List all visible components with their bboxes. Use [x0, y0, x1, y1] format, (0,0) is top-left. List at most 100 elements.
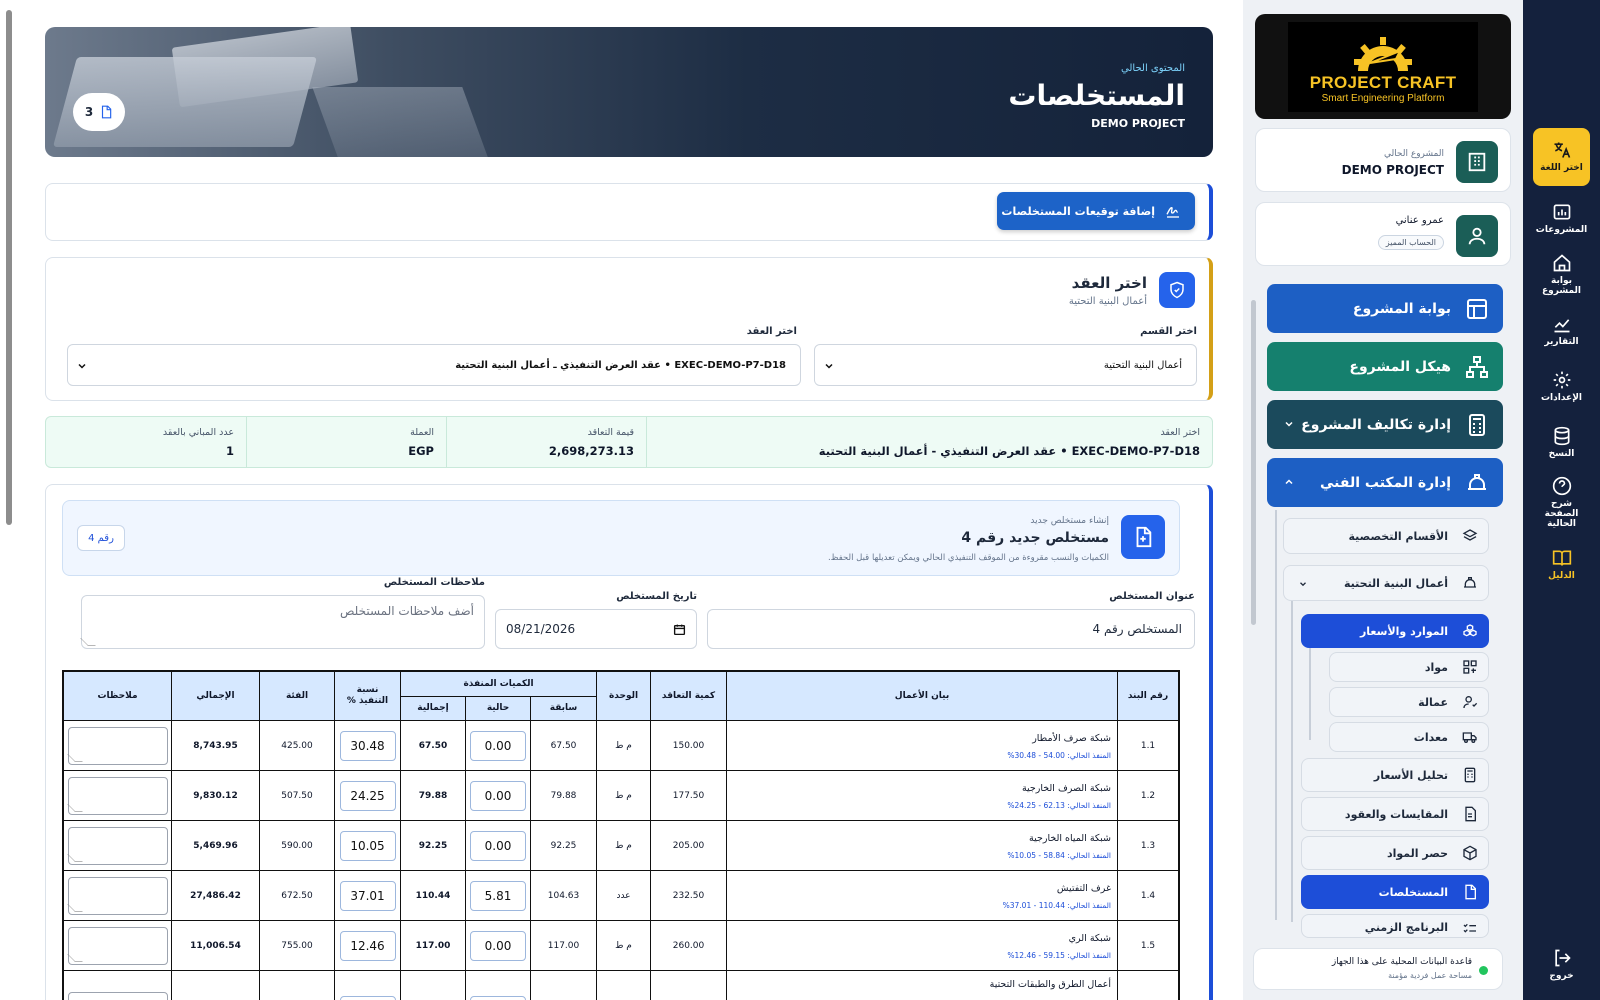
nav-equipment[interactable]: معدات [1329, 722, 1489, 752]
rail-backup[interactable]: النسخ [1533, 414, 1590, 472]
total-qty-cell: 79.88 [401, 771, 466, 821]
nav-specialized-sections[interactable]: الأقسام التخصصية [1283, 518, 1489, 554]
th-percent: نسبة التنفيذ % [335, 672, 401, 721]
division-select[interactable]: أعمال البنية التحتية [814, 344, 1197, 386]
nav-price-analysis[interactable]: تحليل الأسعار [1301, 758, 1489, 792]
executed-summary: المنفذ الحالي: 62.13 - 24.25% [1007, 801, 1111, 810]
nav-infrastructure[interactable]: أعمال البنية التحتية [1283, 565, 1489, 601]
rail-logout[interactable]: خروج [1533, 936, 1590, 994]
chevron-down-icon [1300, 582, 1306, 587]
rate-cell [260, 971, 335, 1000]
percent-input[interactable] [339, 995, 396, 1000]
percent-input[interactable]: 24.25 [339, 780, 396, 811]
calculator-icon [1464, 767, 1476, 783]
nav-project-structure-label: هيكل المشروع [1349, 358, 1451, 375]
nav-materials[interactable]: مواد [1329, 652, 1489, 682]
building-icon [1468, 152, 1486, 172]
status-dot [1479, 966, 1488, 975]
current-qty-cell: 0.00 [466, 821, 531, 871]
info-currency-value: EGP [408, 444, 434, 458]
nav-labor[interactable]: عمالة [1329, 687, 1489, 717]
invoice-notes-textarea[interactable]: أضف ملاحظات المستخلص [80, 595, 485, 649]
file-plus-icon [1136, 526, 1152, 548]
list-checks-icon [1463, 923, 1476, 933]
row-notes-input[interactable] [66, 826, 168, 865]
resize-handle[interactable] [66, 953, 83, 962]
rail-reports[interactable]: التقارير [1533, 302, 1590, 360]
rail-language[interactable]: اختر اللغة [1533, 128, 1590, 186]
th-total-qty: إجمالية [401, 697, 466, 721]
nav-material-takeoff[interactable]: حصر المواد [1301, 836, 1489, 870]
percent-input[interactable]: 12.46 [339, 930, 396, 961]
calendar-icon[interactable] [673, 623, 686, 636]
nav-invoices[interactable]: المستخلصات [1301, 875, 1489, 909]
nav-cost-management[interactable]: إدارة تكاليف المشروع [1267, 400, 1503, 449]
page-hero: 3 المحتوى الحالي المستخلصات DEMO PROJECT [45, 27, 1213, 157]
resize-handle[interactable] [66, 803, 83, 812]
percent-input[interactable]: 37.01 [339, 880, 396, 911]
row-notes-input[interactable] [66, 876, 168, 915]
invoice-date-input[interactable]: 08/21/2026 [495, 609, 697, 649]
contract-select[interactable]: EXEC-DEMO-P7-D18 • عقد العرض التنفيذي ـ … [67, 344, 801, 386]
calculator-icon [1469, 413, 1485, 436]
db-status-subtitle: مساحة عمل فردية مؤمنة [1388, 971, 1472, 980]
nav-equipment-label: معدات [1413, 730, 1448, 744]
rate-cell: 755.00 [260, 921, 335, 971]
current-qty-input[interactable]: 0.00 [470, 730, 526, 761]
sidebar-scrollbar-thumb[interactable] [1251, 300, 1256, 625]
nav-contracts[interactable]: المقايسات والعقود [1301, 797, 1489, 831]
resize-handle[interactable] [66, 903, 83, 912]
rail-project-portal[interactable]: بوابة المشروع [1533, 246, 1590, 304]
current-qty-input[interactable]: 5.81 [470, 880, 526, 911]
work-description: شبكة صرف الأمطار [1032, 733, 1111, 744]
nav-schedule[interactable]: البرنامج الزمني [1301, 914, 1489, 938]
row-notes-input[interactable] [66, 776, 168, 815]
resize-handle[interactable] [66, 853, 83, 862]
percent-input[interactable]: 30.48 [339, 730, 396, 761]
resize-handle[interactable] [66, 753, 83, 762]
row-notes-input[interactable] [66, 926, 168, 965]
user-card[interactable]: عمرو عناني الحساب المميز [1255, 202, 1511, 266]
division-select-value: أعمال البنية التحتية [1103, 359, 1182, 371]
current-qty-input[interactable]: 0.00 [470, 830, 526, 861]
rail-projects[interactable]: المشروعات [1533, 190, 1590, 248]
row-notes-input[interactable] [67, 991, 168, 1000]
current-qty-input[interactable] [470, 995, 526, 1000]
rail-settings[interactable]: الإعدادات [1533, 358, 1590, 416]
nav-project-portal[interactable]: بوابة المشروع [1267, 284, 1503, 333]
current-qty-input[interactable]: 0.00 [470, 780, 526, 811]
notes-cell [64, 971, 172, 1000]
new-file-icon-box [1121, 515, 1165, 559]
nav-resources-prices[interactable]: الموارد والأسعار [1301, 614, 1489, 648]
nav-technical-office[interactable]: إدارة المكتب الفني [1267, 458, 1503, 507]
package-search-icon [1463, 845, 1477, 861]
th-description: بيان الأعمال [727, 672, 1118, 721]
hard-hat-icon [1468, 473, 1486, 490]
contract-section-subtitle: أعمال البنية التحتية [1068, 296, 1147, 307]
row-notes-input[interactable] [66, 726, 168, 765]
percent-cell: 24.25 [335, 771, 401, 821]
layers-icon [1462, 529, 1478, 541]
invoice-count-pill[interactable]: 3 [73, 93, 125, 131]
total-cell: 27,486.42 [172, 871, 260, 921]
percent-input[interactable]: 10.05 [339, 830, 396, 861]
item-no-cell: 1.4 [1118, 871, 1178, 921]
percent-cell: 37.01 [335, 871, 401, 921]
add-signatures-button[interactable]: إضافة توقيعات المستخلصات [997, 192, 1195, 230]
th-current: حالية [466, 697, 531, 721]
nav-project-structure[interactable]: هيكل المشروع [1267, 342, 1503, 391]
rail-guide[interactable]: الدليل [1533, 536, 1590, 594]
current-qty-input[interactable]: 0.00 [470, 930, 526, 961]
invoice-date-value: 08/21/2026 [506, 622, 576, 636]
rate-cell: 672.50 [260, 871, 335, 921]
current-project-card[interactable]: المشروع الحالي DEMO PROJECT [1255, 128, 1511, 192]
resize-handle[interactable] [80, 638, 96, 646]
rail-page-help[interactable]: شرح الصفحة الحالية [1533, 474, 1590, 532]
chevron-down-icon [1285, 421, 1293, 427]
sidebar-scrollbar[interactable] [1251, 290, 1257, 930]
user-name: عمرو عناني [1395, 215, 1444, 226]
help-icon [1552, 476, 1571, 496]
invoice-title-input[interactable]: المستخلص رقم 4 [707, 609, 1195, 649]
sidebar: PROJECT CRAFT Smart Engineering Platform… [1243, 0, 1523, 1000]
add-signatures-label: إضافة توقيعات المستخلصات [1001, 204, 1155, 218]
